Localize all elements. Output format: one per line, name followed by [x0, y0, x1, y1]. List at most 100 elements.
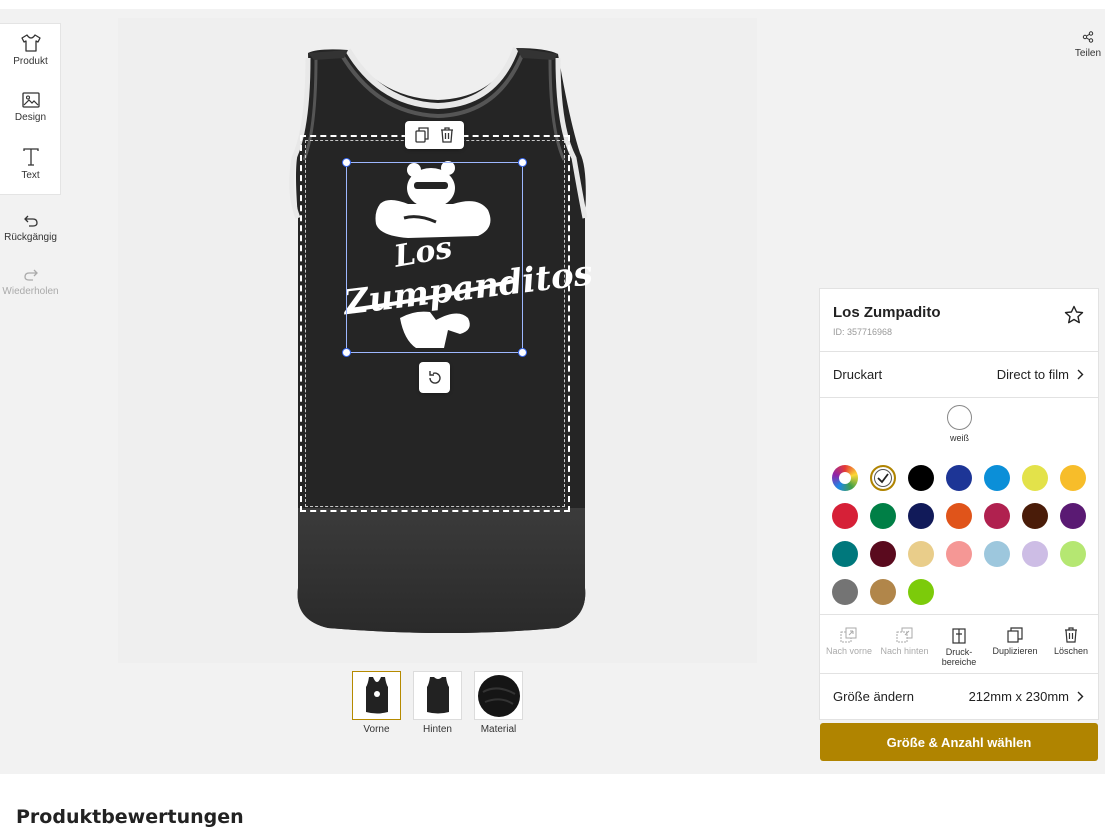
- resize-handle-top-left[interactable]: [342, 158, 351, 167]
- copy-icon[interactable]: [414, 127, 430, 143]
- bring-front-button[interactable]: Nach vorne: [822, 627, 876, 656]
- tool-text[interactable]: Text: [0, 148, 61, 181]
- chevron-right-icon: [1077, 369, 1084, 380]
- print-type-label: Druckart: [833, 367, 883, 382]
- color-swatch[interactable]: [1060, 503, 1086, 529]
- design-title: Los Zumpadito: [833, 304, 941, 321]
- print-areas-label-line2: bereiche: [941, 657, 977, 667]
- view-back-thumbnail: [413, 671, 462, 720]
- undo-icon: [23, 215, 38, 227]
- tool-text-label: Text: [21, 170, 40, 181]
- view-back-label: Hinten: [423, 724, 452, 735]
- tool-design-label: Design: [14, 112, 47, 123]
- view-material-thumbnail: [474, 671, 523, 720]
- print-areas-button[interactable]: Druck- bereiche: [936, 628, 982, 667]
- text-icon: [22, 148, 39, 166]
- color-swatch[interactable]: [908, 541, 934, 567]
- chevron-right-icon: [1077, 691, 1084, 702]
- resize-value-wrap: 212mm x 230mm: [969, 689, 1084, 704]
- design-id: ID: 357716968: [833, 327, 893, 337]
- color-swatch[interactable]: [908, 465, 934, 491]
- redo-button[interactable]: Wiederholen: [0, 268, 61, 297]
- trash-icon: [1065, 627, 1077, 643]
- color-swatch[interactable]: [984, 541, 1010, 567]
- selected-color-preview: [947, 405, 972, 430]
- redo-icon: [23, 269, 38, 281]
- color-swatch[interactable]: [832, 579, 858, 605]
- color-swatch[interactable]: [908, 579, 934, 605]
- color-swatch[interactable]: [870, 503, 896, 529]
- print-type-row[interactable]: Druckart Direct to film: [820, 352, 1098, 398]
- send-back-icon: [896, 627, 912, 643]
- send-back-label: Nach hinten: [880, 646, 929, 656]
- rotate-icon: [428, 370, 441, 384]
- duplicate-icon: [1007, 627, 1023, 643]
- trash-icon[interactable]: [439, 127, 455, 143]
- resize-handle-top-right[interactable]: [518, 158, 527, 167]
- print-areas-label-line1: Druck-: [945, 647, 973, 657]
- tool-product[interactable]: Produkt: [0, 34, 61, 67]
- reviews-heading: Produktbewertungen: [16, 806, 244, 828]
- editor-stage: Produkt Design Text Rückgängig Wiederhol…: [0, 9, 1105, 774]
- tool-sidebar: Produkt Design Text: [0, 23, 61, 195]
- color-picker-wheel-icon[interactable]: [832, 465, 858, 491]
- color-wheel-center: [839, 472, 851, 484]
- share-icon: [1082, 31, 1094, 43]
- design-object-toolbar: [405, 121, 464, 149]
- color-swatch[interactable]: [946, 503, 972, 529]
- star-icon[interactable]: [1064, 305, 1084, 325]
- design-header: Los Zumpadito ID: 357716968: [820, 289, 1098, 352]
- color-swatch[interactable]: [1022, 541, 1048, 567]
- color-swatch[interactable]: [870, 579, 896, 605]
- duplicate-label: Duplizieren: [992, 646, 1038, 656]
- resize-value: 212mm x 230mm: [968, 689, 1069, 704]
- bring-front-label: Nach vorne: [825, 646, 873, 656]
- redo-label: Wiederholen: [2, 286, 59, 297]
- resize-handle-bottom-right[interactable]: [518, 348, 527, 357]
- tool-product-label: Produkt: [13, 56, 48, 67]
- checkmark-icon: [877, 473, 889, 484]
- color-swatch[interactable]: [946, 465, 972, 491]
- share-label: Teilen: [1074, 48, 1102, 59]
- color-swatch[interactable]: [984, 465, 1010, 491]
- print-type-value-wrap: Direct to film: [997, 367, 1084, 382]
- delete-button[interactable]: Löschen: [1048, 627, 1094, 656]
- print-type-value: Direct to film: [996, 367, 1069, 382]
- color-swatch-selected[interactable]: [870, 465, 896, 491]
- print-areas-icon: [952, 628, 966, 644]
- color-swatch[interactable]: [1060, 541, 1086, 567]
- view-back[interactable]: Hinten: [413, 671, 462, 735]
- view-front-thumbnail: [352, 671, 401, 720]
- color-swatch[interactable]: [1022, 503, 1048, 529]
- selected-color-name: weiß: [949, 433, 969, 443]
- view-material-label: Material: [480, 724, 517, 735]
- undo-label: Rückgängig: [4, 232, 57, 243]
- color-swatch[interactable]: [984, 503, 1010, 529]
- choose-size-quantity-button[interactable]: Größe & Anzahl wählen: [820, 723, 1098, 761]
- view-material[interactable]: Material: [474, 671, 523, 735]
- rotate-button[interactable]: [419, 362, 450, 393]
- color-swatch[interactable]: [870, 541, 896, 567]
- delete-label: Löschen: [1053, 646, 1089, 656]
- resize-handle-bottom-left[interactable]: [342, 348, 351, 357]
- bring-front-icon: [840, 627, 857, 643]
- tool-design[interactable]: Design: [0, 92, 61, 123]
- view-front[interactable]: Vorne: [352, 671, 401, 735]
- resize-row[interactable]: Größe ändern 212mm x 230mm: [820, 673, 1098, 720]
- share-button[interactable]: Teilen: [1071, 31, 1105, 59]
- color-swatch[interactable]: [1022, 465, 1048, 491]
- view-front-label: Vorne: [363, 724, 390, 735]
- color-swatch[interactable]: [1060, 465, 1086, 491]
- design-options-panel: Los Zumpadito ID: 357716968 Druckart Dir…: [819, 288, 1099, 720]
- design-selection-box[interactable]: [342, 158, 527, 357]
- send-back-button[interactable]: Nach hinten: [876, 627, 933, 656]
- color-swatch[interactable]: [946, 541, 972, 567]
- color-swatch[interactable]: [832, 503, 858, 529]
- undo-button[interactable]: Rückgängig: [0, 214, 61, 243]
- color-section: weiß: [820, 398, 1098, 615]
- color-swatch[interactable]: [908, 503, 934, 529]
- color-swatch[interactable]: [832, 541, 858, 567]
- duplicate-button[interactable]: Duplizieren: [987, 627, 1043, 656]
- resize-label: Größe ändern: [833, 689, 914, 704]
- image-icon: [21, 92, 40, 108]
